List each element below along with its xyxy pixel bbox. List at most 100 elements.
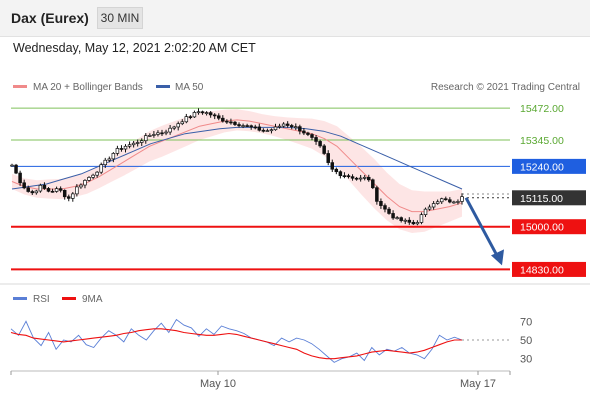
candle-body [115, 148, 120, 154]
candle-body [302, 130, 306, 134]
candle-body [200, 111, 205, 114]
candle-body [152, 134, 156, 136]
level-label-15240: 15240.00 [520, 161, 564, 173]
candle-body [164, 131, 168, 134]
ma20-legend-swatch [13, 85, 27, 88]
candle-body [204, 112, 209, 114]
candle-body [391, 213, 395, 219]
ma20-legend-label: MA 20 + Bollinger Bands [33, 82, 143, 93]
candle-body [350, 176, 355, 179]
level-labels: 15472.00 15345.00 15240.00 15115.00 15000.00… [512, 103, 586, 277]
candle-body [326, 153, 330, 163]
candle-body [245, 125, 249, 127]
candle-body [91, 174, 95, 178]
candle-body [354, 177, 359, 180]
candle-body [18, 172, 22, 184]
candle-body [111, 153, 116, 160]
candle-body [298, 126, 302, 132]
candle-body [435, 201, 440, 204]
candle-body [371, 179, 375, 189]
candle-body [196, 111, 201, 114]
candle-body [87, 177, 91, 181]
candle-body [281, 123, 286, 127]
candle-body [83, 180, 87, 186]
candle-body [439, 198, 444, 203]
candle-body [399, 217, 403, 221]
x-axis-ticks: May 10 May 17 [10, 371, 511, 390]
candle-body [221, 117, 225, 122]
candle-body [131, 142, 136, 146]
candle-body [79, 184, 83, 188]
candle-body [342, 175, 347, 178]
candle-body [403, 219, 407, 222]
candle-body [67, 196, 71, 199]
candle-body [415, 222, 420, 225]
candle-body [180, 121, 185, 125]
candle-body [50, 190, 55, 193]
candle-body [257, 126, 262, 131]
candle-body [423, 208, 428, 216]
candle-body [318, 141, 322, 147]
ma50-legend-swatch [156, 85, 170, 88]
candle-body [38, 184, 43, 192]
candle-body [294, 126, 298, 129]
ma50-legend-label: MA 50 [175, 82, 204, 93]
candle-body [289, 125, 294, 128]
candle-body [119, 148, 124, 150]
rsi-ma-legend-label: 9MA [82, 294, 103, 305]
candle-body [419, 214, 424, 223]
candle-body [338, 171, 343, 177]
candle-body [330, 162, 335, 170]
candle-body [10, 164, 14, 167]
candle-body [54, 188, 59, 192]
candle-body [375, 187, 379, 202]
candle-body [285, 123, 290, 126]
candle-body [103, 159, 107, 166]
candle-body [448, 199, 452, 203]
rsi-line [10, 318, 463, 363]
rsi-tick-50: 50 [520, 335, 532, 347]
candle-body [123, 145, 128, 150]
candle-body [160, 132, 164, 135]
level-label-15115: 15115.00 [520, 193, 563, 205]
level-label-15472: 15472.00 [520, 103, 564, 115]
candle-body [71, 193, 75, 199]
candle-body [346, 175, 351, 178]
candle-body [139, 140, 144, 143]
candle-body [334, 168, 339, 173]
rsi-ma-legend-swatch [62, 297, 76, 300]
candle-body [135, 142, 140, 144]
candle-body [62, 189, 67, 198]
candle-body [314, 137, 318, 142]
candle-body [387, 208, 391, 214]
candle-body [95, 171, 99, 176]
candle-body [229, 121, 233, 124]
candle-body [249, 125, 253, 128]
candle-body [427, 206, 432, 210]
candle-body [75, 186, 79, 195]
candle-body [148, 135, 152, 137]
candle-body [383, 205, 387, 210]
candle-body [14, 164, 18, 174]
candle-body [395, 217, 399, 219]
candle-body [273, 126, 278, 131]
candle-body [431, 203, 436, 208]
candle-body [212, 114, 217, 117]
rsi-legend-swatch [13, 297, 27, 300]
price-chart: MA 20 + Bollinger Bands MA 50 Research ©… [0, 82, 590, 390]
level-label-15000: 15000.00 [520, 222, 564, 234]
x-tick-label: May 10 [200, 378, 236, 390]
candle-body [452, 201, 456, 204]
candle-body [30, 191, 35, 194]
candle-body [310, 134, 314, 138]
candle-body [379, 201, 383, 206]
forecast-arrow [464, 197, 504, 266]
candle-body [26, 187, 30, 192]
x-tick-label: May 17 [460, 378, 496, 390]
candle-body [172, 126, 176, 129]
candle-body [99, 164, 103, 173]
forecast-arrow-head [491, 249, 504, 266]
candle-body [265, 130, 270, 132]
copyright-label: Research © 2021 Trading Central [431, 82, 580, 93]
candle-body [156, 132, 160, 135]
